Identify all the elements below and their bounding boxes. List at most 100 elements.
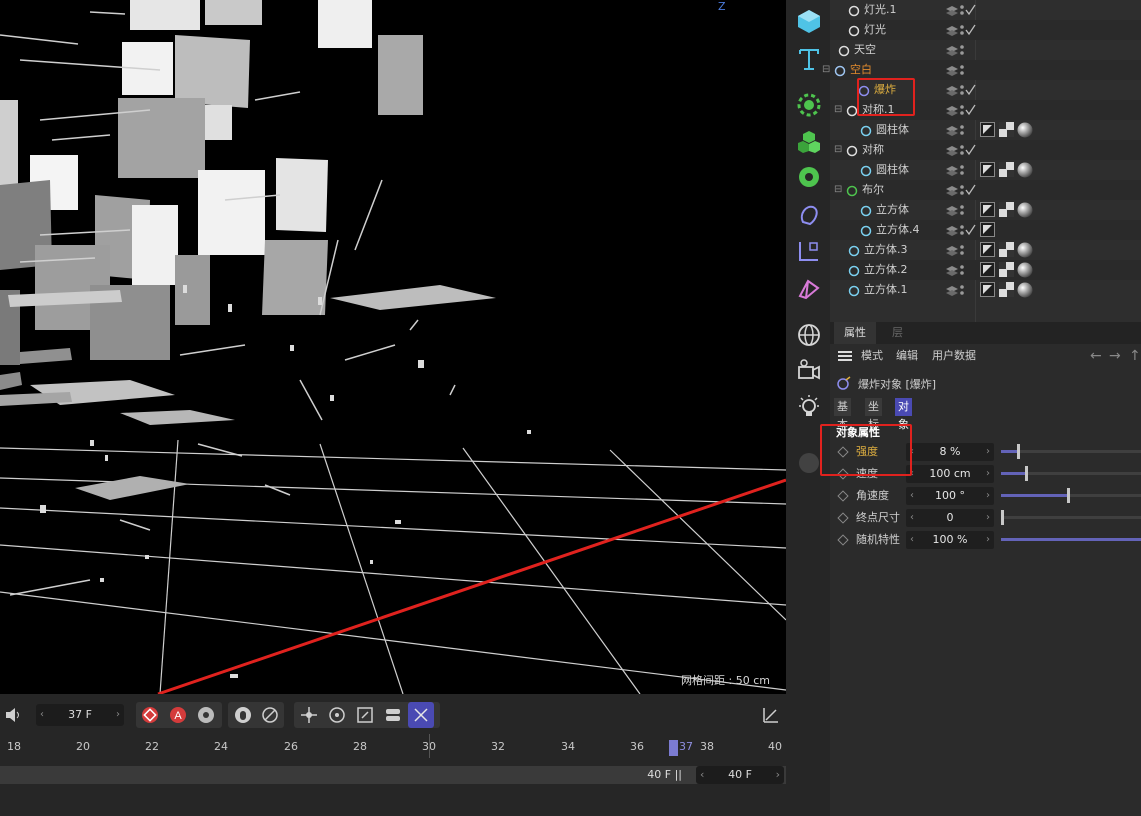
param-value-field[interactable]: ‹ 8 % › (906, 443, 994, 461)
param-slider[interactable] (1001, 538, 1141, 541)
param-value-field[interactable]: ‹ 0 › (906, 509, 994, 527)
effector-tool-icon[interactable] (794, 162, 824, 192)
cloner-tool-icon[interactable] (794, 126, 824, 156)
key-settings-icon[interactable] (193, 702, 219, 728)
current-frame-field[interactable]: ‹ 37 F › (36, 704, 124, 726)
uvw-tag-icon[interactable] (980, 202, 995, 217)
param-key-icon[interactable] (380, 702, 406, 728)
decrement-icon[interactable]: ‹ (910, 487, 914, 505)
material-tag-icon[interactable] (1017, 282, 1033, 298)
hamburger-icon[interactable] (838, 346, 852, 370)
texture-tag-icon[interactable] (999, 242, 1014, 257)
range-end-field[interactable]: ‹ 40 F › (696, 766, 784, 784)
record-keyframe-icon[interactable] (137, 702, 163, 728)
visibility-controls[interactable] (942, 260, 976, 280)
increment-icon[interactable]: › (986, 487, 990, 505)
3d-viewport[interactable]: Z 网格间距 : 50 cm (0, 0, 786, 694)
text-tool-icon[interactable] (794, 44, 824, 74)
object-row[interactable]: 圆柱体 (830, 120, 1141, 140)
decrement-icon[interactable]: ‹ (910, 531, 914, 549)
uvw-tag-icon[interactable] (980, 242, 995, 257)
subtab-object[interactable]: 对象 (895, 398, 912, 431)
param-slider[interactable] (1001, 444, 1141, 459)
object-row[interactable]: 灯光 (830, 20, 1141, 40)
visibility-controls[interactable] (942, 100, 976, 120)
visibility-controls[interactable] (942, 200, 976, 220)
collapse-icon[interactable]: ⊟ (834, 140, 842, 160)
field-tool-icon[interactable] (794, 274, 824, 304)
camera-tool-icon[interactable] (794, 356, 824, 386)
tab-layers[interactable]: 层 (882, 322, 913, 344)
collapse-icon[interactable]: ⊟ (834, 100, 842, 120)
playhead[interactable] (669, 740, 678, 756)
visibility-controls[interactable] (942, 120, 976, 140)
visibility-controls[interactable] (942, 80, 976, 100)
increment-icon[interactable]: › (986, 531, 990, 549)
slider-knob[interactable] (1025, 466, 1029, 481)
material-tag-icon[interactable] (1017, 162, 1033, 178)
light-tool-icon[interactable] (794, 392, 824, 422)
generator-tool-icon[interactable] (794, 90, 824, 120)
param-slider[interactable] (1001, 510, 1141, 525)
collapse-icon[interactable]: ⊟ (834, 180, 842, 200)
object-row[interactable]: 灯光.1 (830, 0, 1141, 20)
cube-tool-icon[interactable] (794, 6, 824, 36)
keyframe-diamond-icon[interactable] (837, 534, 849, 546)
uvw-tag-icon[interactable] (980, 222, 995, 237)
menu-user-data[interactable]: 用户数据 (932, 346, 976, 366)
forward-arrow-icon[interactable]: → (1109, 346, 1121, 366)
spline-tool-icon[interactable] (794, 236, 824, 266)
param-value-field[interactable]: ‹ 100 cm › (906, 465, 994, 483)
deformer-tool-icon[interactable] (794, 200, 824, 230)
visibility-controls[interactable] (942, 180, 976, 200)
subtab-coord[interactable]: 坐标 (865, 398, 882, 431)
range-decrement-icon[interactable]: ‹ (700, 766, 704, 784)
slider-knob[interactable] (1001, 510, 1004, 525)
frame-increment-icon[interactable]: › (116, 704, 120, 726)
param-slider[interactable] (1001, 488, 1141, 503)
visibility-controls[interactable] (942, 220, 976, 240)
tab-attributes[interactable]: 属性 (834, 322, 876, 344)
audio-icon[interactable] (0, 702, 26, 728)
object-row[interactable]: 立方体.3 (830, 240, 1141, 260)
visibility-controls[interactable] (942, 280, 976, 300)
scale-key-icon[interactable] (352, 702, 378, 728)
object-row[interactable]: 立方体.1 (830, 280, 1141, 300)
lock-key-icon[interactable] (230, 702, 256, 728)
keyframe-diamond-icon[interactable] (837, 512, 849, 524)
param-value-field[interactable]: ‹ 100 ° › (906, 487, 994, 505)
texture-tag-icon[interactable] (999, 282, 1014, 297)
fcurve-icon[interactable] (758, 702, 784, 728)
texture-tag-icon[interactable] (999, 262, 1014, 277)
material-tag-icon[interactable] (1017, 242, 1033, 258)
texture-tag-icon[interactable] (999, 122, 1014, 137)
object-row[interactable]: ⊟ 空白 (822, 60, 1141, 80)
subtab-basic[interactable]: 基本 (834, 398, 851, 431)
back-arrow-icon[interactable]: ← (1090, 346, 1102, 366)
autokey-icon[interactable]: A (165, 702, 191, 728)
decrement-icon[interactable]: ‹ (910, 509, 914, 527)
collapse-icon[interactable]: ⊟ (822, 60, 830, 80)
param-value-field[interactable]: ‹ 100 % › (906, 531, 994, 549)
visibility-controls[interactable] (942, 40, 976, 60)
visibility-controls[interactable] (942, 240, 976, 260)
slider-knob[interactable] (1067, 488, 1071, 503)
material-tag-icon[interactable] (1017, 262, 1033, 278)
rotate-key-icon[interactable] (324, 702, 350, 728)
increment-icon[interactable]: › (986, 443, 990, 461)
object-row[interactable]: 立方体.2 (830, 260, 1141, 280)
visibility-controls[interactable] (942, 0, 976, 20)
visibility-controls[interactable] (942, 60, 976, 80)
menu-edit[interactable]: 编辑 (896, 346, 918, 366)
uvw-tag-icon[interactable] (980, 262, 995, 277)
object-row[interactable]: 立方体 (830, 200, 1141, 220)
uvw-tag-icon[interactable] (980, 282, 995, 297)
slider-knob[interactable] (1016, 444, 1020, 459)
visibility-controls[interactable] (942, 160, 976, 180)
move-key-icon[interactable] (296, 702, 322, 728)
increment-icon[interactable]: › (986, 509, 990, 527)
environment-tool-icon[interactable] (794, 320, 824, 350)
texture-tag-icon[interactable] (999, 162, 1014, 177)
uvw-tag-icon[interactable] (980, 162, 995, 177)
uvw-tag-icon[interactable] (980, 122, 995, 137)
